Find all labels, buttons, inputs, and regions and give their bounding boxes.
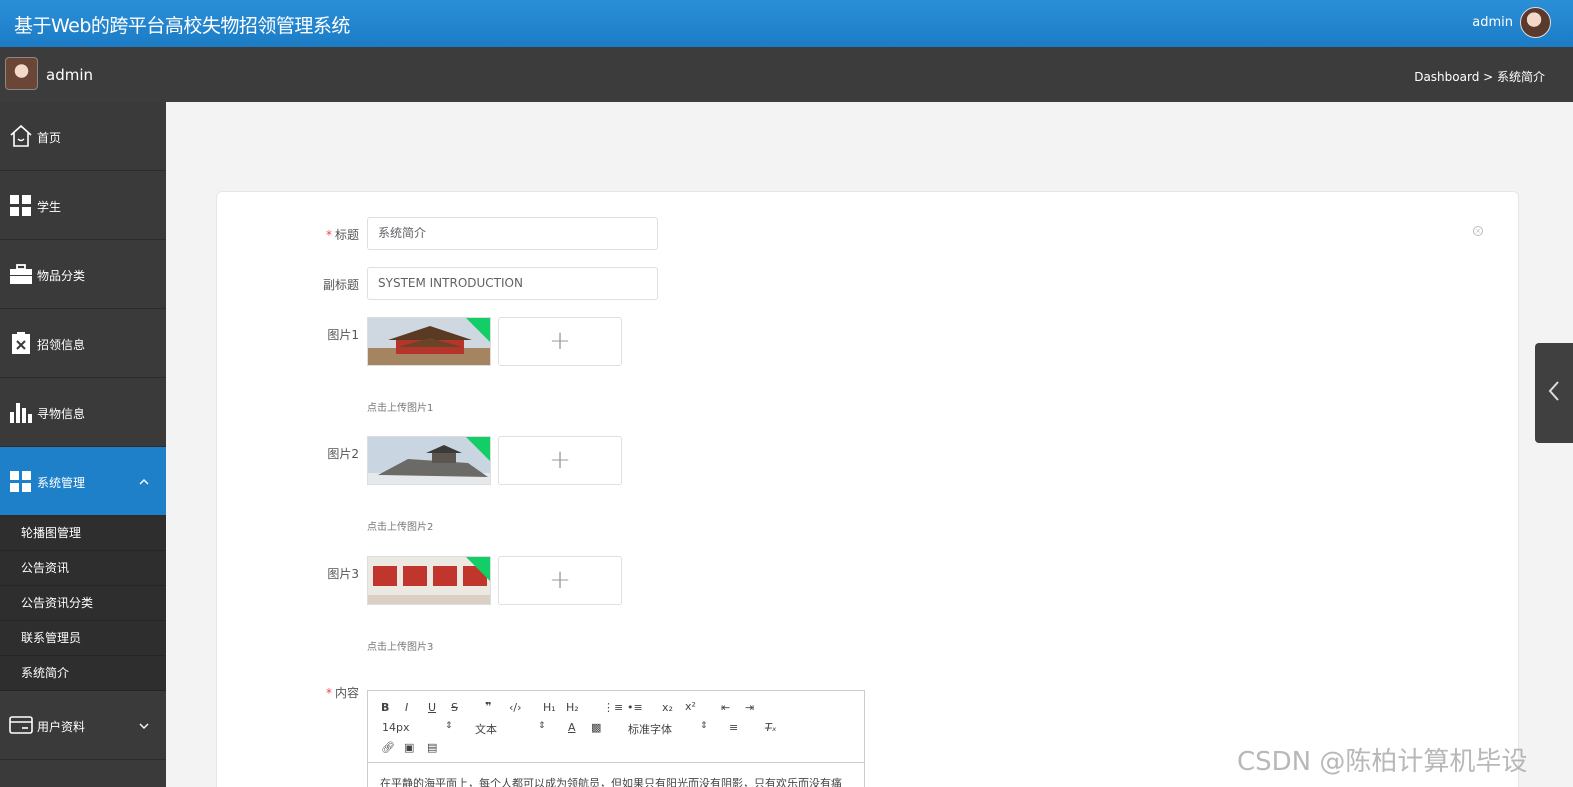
grid-icon bbox=[10, 195, 31, 216]
font-size-select[interactable]: 14px bbox=[382, 721, 410, 734]
select-arrows-icon: ⇕ bbox=[538, 721, 546, 731]
font-family-select[interactable]: 标准字体 bbox=[628, 721, 672, 737]
sidebar-item-students[interactable]: 学生 bbox=[0, 171, 166, 240]
chevron-down-icon bbox=[139, 723, 149, 729]
link-icon[interactable]: 🔗︎ bbox=[381, 741, 395, 754]
ordered-list-icon[interactable]: ⋮≡ bbox=[603, 701, 623, 714]
background-color-icon[interactable]: ▩ bbox=[591, 721, 601, 734]
sidebar-item-home[interactable]: 首页 bbox=[0, 102, 166, 171]
close-icon[interactable]: × bbox=[1473, 226, 1483, 236]
sidebar-user-name: admin bbox=[46, 66, 93, 84]
italic-icon[interactable]: I bbox=[405, 701, 408, 714]
subscript-icon[interactable]: x₂ bbox=[662, 701, 673, 714]
success-badge bbox=[466, 557, 490, 581]
watermark: CSDN @陈柏计算机毕设 bbox=[1237, 747, 1528, 777]
sidebar-sub-item-intro[interactable]: 系统简介 bbox=[0, 656, 166, 691]
subtitle-input[interactable]: SYSTEM INTRODUCTION bbox=[367, 267, 658, 300]
sidebar-item-found[interactable]: 招领信息 bbox=[0, 309, 166, 378]
secondary-bar: admin Dashboard > 系统简介 bbox=[0, 47, 1573, 102]
sidebar-item-label: 寻物信息 bbox=[37, 407, 86, 421]
chevron-left-icon bbox=[1548, 381, 1559, 401]
sidebar-sub-item-carousel[interactable]: 轮播图管理 bbox=[0, 516, 166, 551]
sidebar-avatar bbox=[5, 57, 38, 90]
app-title: 基于Web的跨平台高校失物招领管理系统 bbox=[14, 15, 350, 37]
sidebar-sub-item-news-category[interactable]: 公告资讯分类 bbox=[0, 586, 166, 621]
image3-label: 图片3 bbox=[327, 567, 359, 581]
image2-thumbnail[interactable] bbox=[367, 436, 491, 485]
bullet-list-icon[interactable]: •≡ bbox=[627, 701, 643, 714]
align-icon[interactable]: ≡ bbox=[729, 721, 738, 734]
indent-icon[interactable]: ⇥ bbox=[745, 701, 754, 714]
grid-icon bbox=[10, 471, 31, 492]
font-color-icon[interactable]: A bbox=[568, 721, 576, 734]
outdent-icon[interactable]: ⇤ bbox=[721, 701, 730, 714]
image3-upload-button[interactable]: + bbox=[498, 556, 622, 605]
image1-thumbnail[interactable] bbox=[367, 317, 491, 366]
h2-icon[interactable]: H₂ bbox=[566, 701, 579, 714]
subtitle-label: 副标题 bbox=[322, 278, 359, 292]
image3-thumbnail[interactable] bbox=[367, 556, 491, 605]
sidebar-item-lost[interactable]: 寻物信息 bbox=[0, 378, 166, 447]
sidebar-item-label: 用户资料 bbox=[37, 720, 86, 734]
header-avatar[interactable] bbox=[1520, 7, 1551, 38]
code-icon[interactable]: ‹/› bbox=[509, 701, 522, 714]
top-bar: 基于Web的跨平台高校失物招领管理系统 admin bbox=[0, 0, 1573, 47]
image2-hint: 点击上传图片2 bbox=[367, 522, 434, 533]
quote-icon[interactable]: ❞ bbox=[485, 700, 491, 713]
home-icon bbox=[10, 124, 32, 147]
image-icon[interactable]: ▣ bbox=[404, 741, 414, 754]
breadcrumb[interactable]: Dashboard > 系统简介 bbox=[1414, 68, 1545, 85]
image2-upload-button[interactable]: + bbox=[498, 436, 622, 485]
title-label: * 标题 bbox=[325, 228, 359, 242]
sidebar-item-label: 物品分类 bbox=[37, 269, 86, 283]
card-icon bbox=[9, 716, 33, 734]
chevron-up-icon bbox=[139, 479, 149, 485]
header-user-name[interactable]: admin bbox=[1472, 15, 1513, 30]
h1-icon[interactable]: H₁ bbox=[543, 701, 556, 714]
underline-icon[interactable]: U bbox=[428, 701, 436, 714]
bar-chart-icon bbox=[10, 403, 32, 423]
image1-label: 图片1 bbox=[327, 328, 359, 342]
sidebar-sub-item-news[interactable]: 公告资讯 bbox=[0, 551, 166, 586]
sidebar-item-label: 学生 bbox=[37, 200, 62, 214]
sidebar-item-system[interactable]: 系统管理 bbox=[0, 447, 166, 516]
image3-hint: 点击上传图片3 bbox=[367, 642, 434, 653]
sidebar-item-profile[interactable]: 用户资料 bbox=[0, 691, 166, 760]
success-badge bbox=[466, 318, 490, 342]
image1-upload-button[interactable]: + bbox=[498, 317, 622, 366]
briefcase-icon bbox=[10, 264, 32, 284]
image1-hint: 点击上传图片1 bbox=[367, 403, 434, 414]
bold-icon[interactable]: B bbox=[381, 701, 389, 714]
sidebar-item-label: 首页 bbox=[37, 131, 62, 145]
success-badge bbox=[466, 437, 490, 461]
sidebar-item-categories[interactable]: 物品分类 bbox=[0, 240, 166, 309]
sidebar-item-label: 招领信息 bbox=[37, 338, 86, 352]
select-arrows-icon: ⇕ bbox=[445, 721, 453, 731]
strike-icon[interactable]: S bbox=[451, 701, 458, 714]
sidebar-item-label: 系统管理 bbox=[37, 476, 86, 490]
clipboard-icon bbox=[12, 332, 30, 354]
clear-format-icon[interactable]: T̶ₓ bbox=[765, 721, 777, 734]
content-label: * 内容 bbox=[325, 686, 359, 700]
select-arrows-icon: ⇕ bbox=[700, 721, 708, 731]
video-icon[interactable]: ▤ bbox=[427, 741, 437, 754]
sidebar-sub-item-contact[interactable]: 联系管理员 bbox=[0, 621, 166, 656]
image2-label: 图片2 bbox=[327, 447, 359, 461]
title-input[interactable]: 系统简介 bbox=[367, 217, 658, 250]
sidebar: 首页 学生 物品分类 招领信息 寻物信息 系统管理 轮播图管理 公告资讯 公告资… bbox=[0, 102, 166, 787]
editor-toolbar: B I U S ❞ ‹/› H₁ H₂ ⋮≡ •≡ x₂ x² ⇤ ⇥ 14px… bbox=[368, 691, 864, 763]
editor-content[interactable]: 在平静的海平面上，每个人都可以成为领航员，但如果只有阳光而没有阴影，只有欢乐而没… bbox=[380, 775, 842, 787]
rich-text-editor[interactable]: B I U S ❞ ‹/› H₁ H₂ ⋮≡ •≡ x₂ x² ⇤ ⇥ 14px… bbox=[367, 690, 865, 787]
drawer-toggle[interactable] bbox=[1535, 343, 1573, 443]
superscript-icon[interactable]: x² bbox=[685, 700, 696, 713]
paragraph-select[interactable]: 文本 bbox=[475, 721, 497, 737]
